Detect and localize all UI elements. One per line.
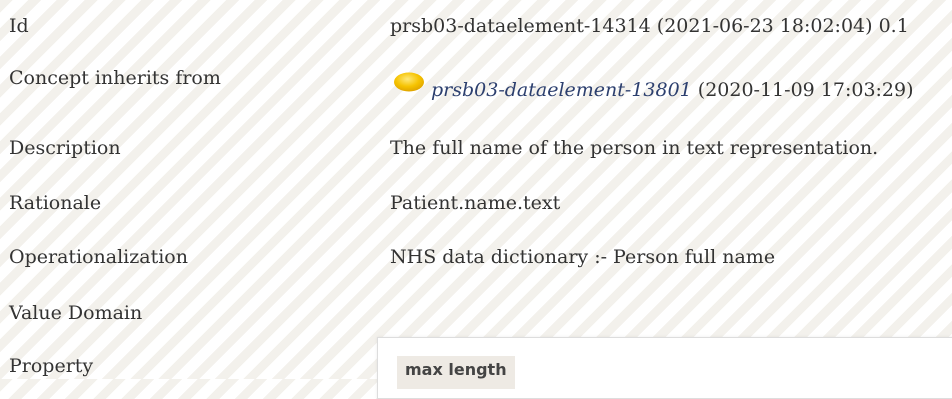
inherits-date: (2020-11-09 17:03:29) — [697, 79, 914, 101]
property-panel: max length — [377, 337, 952, 399]
inherits-link[interactable]: prsb03-dataelement-13801 — [431, 78, 692, 102]
id-value: prsb03-dataelement-14314 (2021-06-23 18:… — [390, 15, 909, 37]
status-dot-icon — [392, 71, 427, 93]
id-label: Id — [9, 15, 29, 37]
inherits-label: Concept inherits from — [9, 67, 221, 89]
operationalization-label: Operationalization — [9, 246, 188, 268]
description-label: Description — [9, 137, 121, 159]
rationale-value: Patient.name.text — [390, 192, 561, 214]
value-domain-label: Value Domain — [9, 302, 143, 324]
property-chip-max-length: max length — [397, 356, 515, 389]
inherits-value: prsb03-dataelement-13801 (2020-11-09 17:… — [392, 72, 914, 102]
property-label: Property — [9, 355, 94, 377]
operationalization-value: NHS data dictionary :- Person full name — [390, 246, 776, 268]
description-value: The full name of the person in text repr… — [390, 137, 879, 159]
rationale-label: Rationale — [9, 192, 102, 214]
